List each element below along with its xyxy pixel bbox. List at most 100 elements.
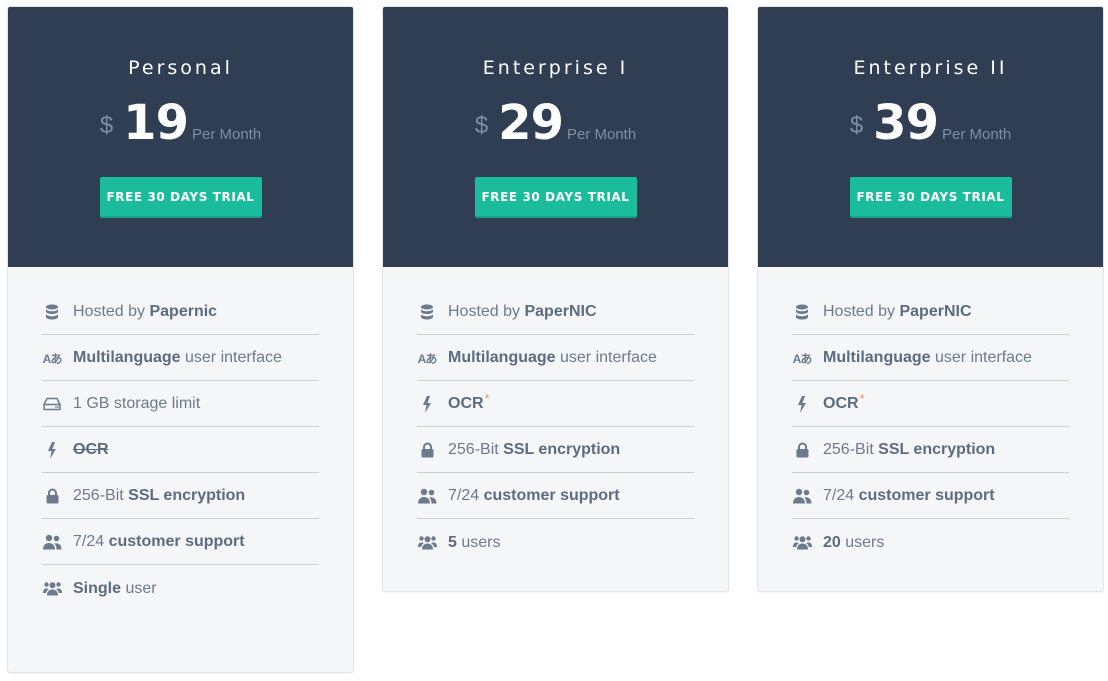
feature-text: Multilanguage user interface — [448, 349, 657, 366]
price-row: $ 29 Per Month — [383, 99, 728, 147]
feature-highlight: SSL encryption — [128, 487, 246, 504]
feature-highlight: 5 — [448, 533, 457, 551]
lock-icon — [42, 487, 62, 505]
language-icon: Aあ — [42, 351, 63, 366]
feature-text: Multilanguage user interface — [73, 349, 282, 366]
footnote-asterisk: * — [859, 391, 865, 406]
bolt-icon — [417, 395, 437, 413]
price-row: $ 39 Per Month — [758, 99, 1103, 147]
feature-highlight: Single — [73, 579, 122, 597]
card-header: Personal $ 19 Per Month FREE 30 DAYS TRI… — [8, 7, 353, 267]
card-header: Enterprise I $ 29 Per Month FREE 30 DAYS… — [383, 7, 728, 267]
feature-text: Multilanguage user interface — [823, 349, 1032, 366]
price-amount: 19 — [123, 95, 189, 151]
feature-highlight: Multilanguage — [448, 349, 556, 366]
feature-item: 256-Bit SSL encryption — [417, 428, 694, 473]
feature-highlight: OCR — [73, 441, 109, 458]
feature-item: Aあ Multilanguage user interface — [42, 336, 319, 381]
plan-name: Personal — [128, 57, 233, 79]
bolt-icon — [792, 395, 812, 413]
price-amount: 29 — [498, 95, 564, 151]
feature-highlight: customer support — [483, 487, 620, 504]
feature-text: Hosted by PaperNIC — [823, 303, 972, 320]
plan-name: Enterprise II — [853, 57, 1008, 79]
feature-highlight: PaperNIC — [899, 303, 972, 320]
feature-item: OCR* — [792, 382, 1069, 427]
language-icon: Aあ — [792, 351, 813, 366]
pricing-card-personal: Personal $ 19 Per Month FREE 30 DAYS TRI… — [7, 6, 354, 673]
support-icon — [792, 487, 812, 505]
feature-item: Hosted by PaperNIC — [417, 290, 694, 335]
feature-highlight: SSL encryption — [503, 441, 621, 458]
pricing-card-enterprise-2: Enterprise II $ 39 Per Month FREE 30 DAY… — [757, 6, 1104, 592]
feature-text: 7/24 customer support — [448, 487, 620, 504]
feature-item: Aあ Multilanguage user interface — [417, 336, 694, 381]
free-trial-button[interactable]: FREE 30 DAYS TRIAL — [99, 177, 262, 218]
hard-drive-icon — [42, 395, 62, 413]
currency-symbol: $ — [849, 112, 864, 139]
feature-item: 5 users — [417, 520, 694, 565]
feature-item: 20 users — [792, 520, 1069, 565]
database-icon — [792, 303, 812, 321]
feature-highlight: SSL encryption — [878, 441, 996, 458]
feature-highlight: OCR — [823, 395, 859, 412]
feature-item: Hosted by PaperNIC — [792, 290, 1069, 335]
price-period: Per Month — [941, 126, 1012, 143]
feature-item: 256-Bit SSL encryption — [42, 474, 319, 519]
feature-text: 7/24 customer support — [73, 533, 245, 550]
feature-item: OCR — [42, 428, 319, 473]
feature-list: Hosted by PaperNIC Aあ Multilanguage user i… — [792, 290, 1069, 566]
language-icon: Aあ — [417, 351, 438, 366]
price-amount: 39 — [873, 95, 939, 151]
feature-highlight: customer support — [858, 487, 995, 504]
users-icon — [42, 580, 62, 598]
feature-item: 1 GB storage limit — [42, 382, 319, 427]
feature-item: 7/24 customer support — [42, 520, 319, 565]
users-icon — [792, 534, 812, 552]
database-icon — [42, 303, 62, 321]
feature-text: Hosted by Papernic — [73, 303, 218, 320]
feature-item: 7/24 customer support — [792, 474, 1069, 519]
free-trial-button[interactable]: FREE 30 DAYS TRIAL — [474, 177, 637, 218]
feature-text: 256-Bit SSL encryption — [823, 441, 996, 458]
feature-text: OCR — [73, 441, 109, 459]
price-period: Per Month — [191, 126, 262, 143]
feature-item: Single user — [42, 566, 319, 611]
bolt-icon — [42, 441, 62, 459]
lock-icon — [417, 441, 437, 459]
users-icon — [417, 534, 437, 552]
feature-item: 7/24 customer support — [417, 474, 694, 519]
feature-highlight: Papernic — [149, 303, 218, 320]
feature-text: Single user — [73, 579, 157, 597]
currency-symbol: $ — [99, 112, 114, 139]
feature-highlight: 20 — [823, 533, 841, 551]
feature-text: OCR* — [448, 391, 490, 413]
database-icon — [417, 303, 437, 321]
feature-highlight: OCR — [448, 395, 484, 412]
support-icon — [417, 487, 437, 505]
price-period: Per Month — [566, 126, 637, 143]
free-trial-button[interactable]: FREE 30 DAYS TRIAL — [849, 177, 1012, 218]
price-row: $ 19 Per Month — [8, 99, 353, 147]
feature-item: Hosted by Papernic — [42, 290, 319, 335]
feature-text: 256-Bit SSL encryption — [73, 487, 246, 504]
pricing-card-enterprise-1: Enterprise I $ 29 Per Month FREE 30 DAYS… — [382, 6, 729, 592]
feature-list: Hosted by Papernic Aあ Multilanguage user i… — [42, 290, 319, 612]
feature-text: 1 GB storage limit — [73, 395, 201, 412]
feature-item: OCR* — [417, 382, 694, 427]
feature-item: 256-Bit SSL encryption — [792, 428, 1069, 473]
plan-name: Enterprise I — [482, 57, 629, 79]
feature-highlight: PaperNIC — [524, 303, 597, 320]
feature-text: 256-Bit SSL encryption — [448, 441, 621, 458]
feature-highlight: customer support — [108, 533, 245, 550]
support-icon — [42, 533, 62, 551]
lock-icon — [792, 441, 812, 459]
feature-highlight: Multilanguage — [73, 349, 181, 366]
feature-list: Hosted by PaperNIC Aあ Multilanguage user i… — [417, 290, 694, 566]
feature-text: OCR* — [823, 391, 865, 413]
feature-highlight: Multilanguage — [823, 349, 931, 366]
feature-item: Aあ Multilanguage user interface — [792, 336, 1069, 381]
feature-text: 5 users — [448, 533, 501, 551]
card-header: Enterprise II $ 39 Per Month FREE 30 DAY… — [758, 7, 1103, 267]
feature-text: Hosted by PaperNIC — [448, 303, 597, 320]
